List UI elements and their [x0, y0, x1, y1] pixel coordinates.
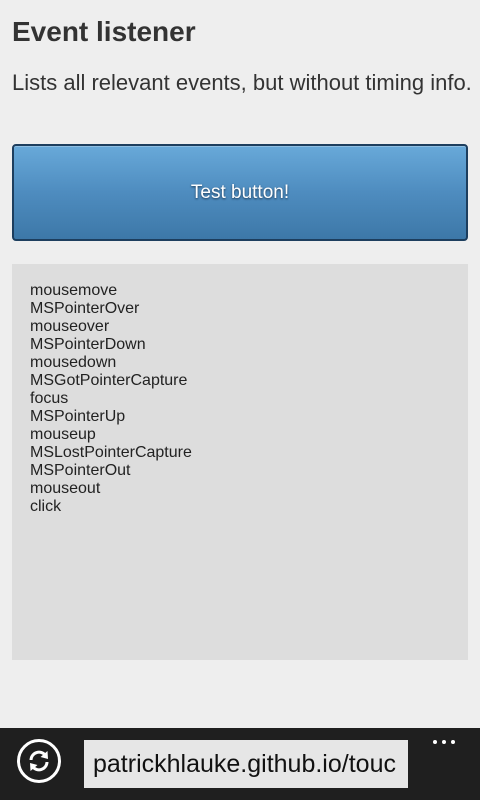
- event-item: mouseout: [30, 480, 101, 497]
- event-item: mousemove: [30, 282, 118, 299]
- refresh-icon: [29, 750, 49, 772]
- event-item: click: [30, 498, 62, 515]
- test-button[interactable]: Test button!: [12, 144, 468, 241]
- more-icon: [451, 740, 455, 744]
- page-description: Lists all relevant events, but without t…: [12, 70, 472, 95]
- event-item: MSPointerOut: [30, 462, 131, 479]
- more-button[interactable]: [426, 732, 462, 752]
- browser-app-bar: patrickhlauke.github.io/touc: [0, 728, 480, 800]
- address-bar[interactable]: patrickhlauke.github.io/touc: [84, 740, 408, 788]
- event-item: mouseover: [30, 318, 110, 335]
- page: Event listener Lists all relevant events…: [0, 0, 480, 800]
- event-item: MSGotPointerCapture: [30, 372, 188, 389]
- more-icon: [442, 740, 446, 744]
- more-icon: [433, 740, 437, 744]
- event-item: MSLostPointerCapture: [30, 444, 192, 461]
- event-item: mouseup: [30, 426, 96, 443]
- page-title: Event listener: [12, 16, 196, 47]
- event-item: focus: [30, 390, 69, 407]
- refresh-button[interactable]: [17, 739, 61, 783]
- event-list: mousemove MSPointerOver mouseover MSPoin…: [30, 282, 450, 516]
- event-item: mousedown: [30, 354, 117, 371]
- event-item: MSPointerOver: [30, 300, 140, 317]
- event-item: MSPointerDown: [30, 336, 146, 353]
- event-item: MSPointerUp: [30, 408, 126, 425]
- event-log: mousemove MSPointerOver mouseover MSPoin…: [12, 264, 468, 660]
